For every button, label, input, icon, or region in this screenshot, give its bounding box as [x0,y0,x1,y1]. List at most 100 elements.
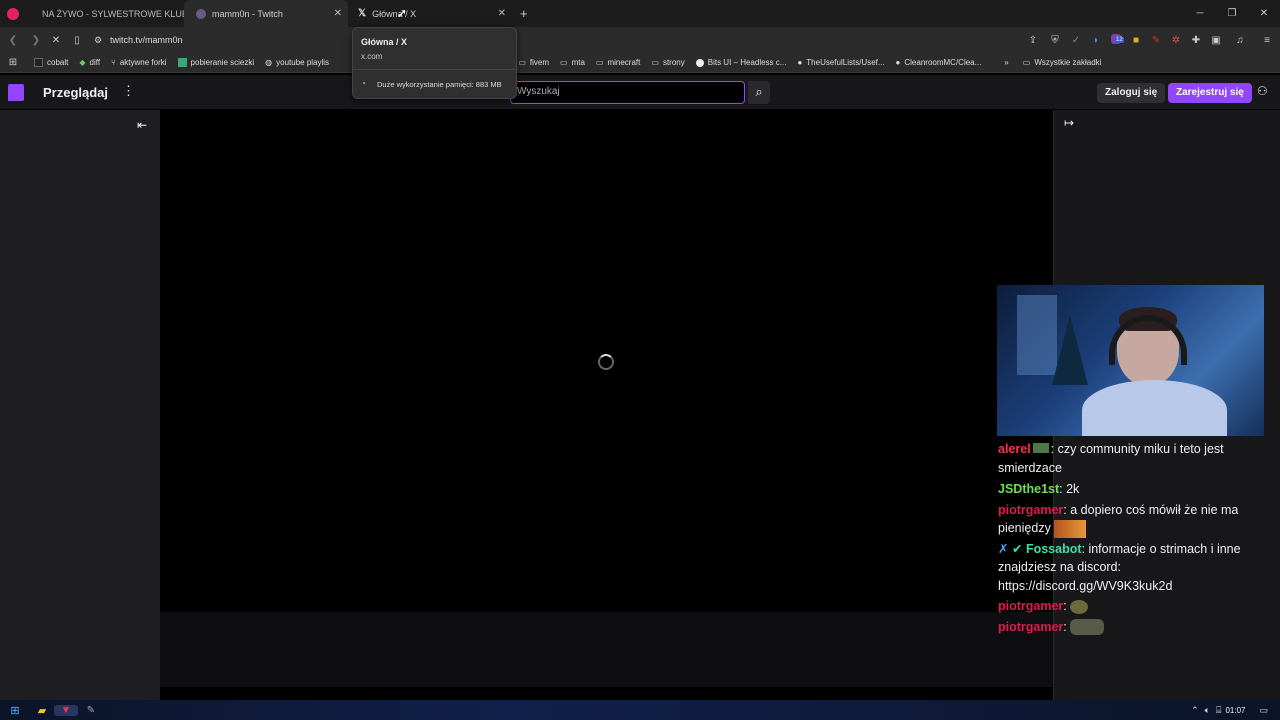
chat-overlay: alerel: czy community miku i teto jest s… [998,440,1280,638]
signup-button[interactable]: Zarejestruj się [1168,83,1252,103]
chat-message: piotrgamer: [998,618,1280,637]
browser-logo-icon[interactable] [0,0,26,27]
restore-icon[interactable]: ❐ [1216,8,1248,19]
hover-card-divider [353,69,518,70]
x-icon: 𝕏 [358,8,367,19]
login-button[interactable]: Zaloguj się [1097,83,1166,103]
apps-grid-icon[interactable]: ⊞ [0,57,26,68]
extensions-puzzle-icon[interactable]: ✚ [1186,35,1206,46]
tab-youtube[interactable]: NA ŻYWO - SYLWESTROWE KLUB [26,0,184,27]
chat-emote-icon [1070,619,1105,636]
tab-twitch[interactable]: mamm0n - Twitch ✕ [184,0,348,27]
share-icon[interactable]: ⇪ [1022,35,1044,46]
window-close-icon[interactable]: ✕ [1248,8,1280,19]
tab-title: mamm0n - Twitch [212,8,283,19]
bookmark-folder-fivem[interactable]: ▭ fivem [518,58,549,67]
extension-badge: 12 [1115,37,1124,43]
bookmark-bits-ui[interactable]: Bits UI – Headless c... [695,58,786,67]
memory-icon: ◔ [361,79,366,88]
minimize-icon[interactable]: ─ [1184,8,1216,19]
bookmarks-bar: ⊞ cobalt ◆ diff ⑂ aktywne forki pobieranie… [0,53,1280,73]
shield-icon[interactable]: ⛨ [1044,35,1066,46]
browse-link[interactable]: Przeglądaj [43,85,108,100]
chat-emote-icon [1070,599,1089,614]
folder-icon: ▭ [518,58,526,67]
circle-icon [695,58,704,67]
app-taskbar-icon[interactable]: ✎ [78,705,104,716]
file-explorer-icon[interactable]: ▰ [30,704,54,717]
browser-taskbar-icon[interactable]: ▼ [54,704,78,716]
tab-strip: NA ŻYWO - SYLWESTROWE KLUB mamm0n - Twit… [0,0,1280,27]
menu-icon[interactable]: ≡ [1254,35,1280,46]
bookmark-cleanroommc[interactable]: ● CleanroomMC/Clea... [896,58,982,67]
expand-chat-icon[interactable]: ↦ [1064,116,1074,130]
bookmark-usefullists[interactable]: ● TheUsefulLists/Usef... [797,58,884,67]
bookmark-folder-minecraft[interactable]: ▭ minecraft [596,58,640,67]
user-icon[interactable]: ⚇ [1257,84,1268,98]
chat-message: JSDthe1st: 2k [998,480,1280,499]
twitch-logo-icon[interactable] [8,84,24,101]
network-icon[interactable]: ⌸ [1216,705,1221,716]
diff-icon: ◆ [79,58,86,67]
navigation-bar: ❮ ❯ ✕ ▯ ⚙ twitch.tv/mamm0n ⇪ ⛨ ✓ ◗ 12 ■ … [0,27,1280,53]
tab-title: NA ŻYWO - SYLWESTROWE KLUB [42,8,184,19]
extension-yellow-icon[interactable]: ■ [1126,35,1146,46]
verified-badge-icon: ✔ [1011,541,1023,556]
forward-icon[interactable]: ❯ [26,35,46,46]
music-icon[interactable]: ♫ [1226,35,1254,46]
green-box-icon [177,58,187,67]
hover-card-title: Główna / X [361,37,408,47]
video-player[interactable] [160,110,1053,612]
bookmark-diff[interactable]: ◆ diff [79,58,100,67]
tab-x[interactable]: 𝕏 Główna / X ✕ [348,0,512,27]
search-input[interactable]: Wyszukaj [510,81,745,104]
bookmark-folder-mta[interactable]: ▭ mta [560,58,585,67]
chat-message: piotrgamer: [998,597,1280,616]
christmas-tree [1052,315,1088,385]
tab-title: Główna / X [372,8,417,19]
collapse-sidebar-icon[interactable]: ⇤ [137,118,147,132]
window-light [1017,295,1057,375]
windows-taskbar: ⊞ ▰ ▼ ✎ ⌃ 🔈︎ ⌸ 01:07 ▭ [0,700,1280,720]
chat-username: alerel [998,442,1031,456]
back-icon[interactable]: ❮ [0,35,26,46]
checkmark-extension-icon[interactable]: ✓ [1066,35,1086,46]
cobalt-icon [34,58,43,67]
site-info-icon[interactable]: ⚙ [88,35,108,46]
new-tab-button[interactable]: + [520,6,528,21]
extension-red-icon[interactable]: ✎ [1146,35,1166,46]
search-icon[interactable]: ⌕ [748,81,770,104]
extension-badge-icon[interactable]: 12 [1106,31,1126,49]
streamer-shirt [1082,380,1227,436]
bookmark-cobalt[interactable]: cobalt [34,58,68,67]
loading-spinner-icon [598,354,614,370]
bookmark-aktywne-forki[interactable]: ⑂ aktywne forki [111,58,167,67]
url-input[interactable]: twitch.tv/mamm0n [110,35,183,45]
chat-text: : [1063,599,1067,614]
folder-icon: ▭ [1022,58,1031,67]
tray-chevron-icon[interactable]: ⌃ [1191,705,1199,716]
clock[interactable]: 01:07 [1225,706,1245,715]
bookmark-folder-strony[interactable]: ▭ strony [651,58,684,67]
folder-icon: ▭ [560,58,568,67]
sidebar-toggle-icon[interactable]: ▣ [1206,35,1226,46]
notifications-icon[interactable]: ▭ [1259,705,1268,716]
webcam-overlay [997,285,1264,436]
volume-icon[interactable]: 🔈︎ [1205,705,1210,716]
close-icon[interactable]: ✕ [498,8,506,19]
windows-start-icon[interactable]: ⊞ [0,704,30,717]
more-icon[interactable]: ⋮ [122,83,135,99]
bookmark-youtube-playlis[interactable]: ◍ youtube playlis [265,58,329,67]
mouse-cursor-icon: ➚ [397,6,408,20]
globe-icon: ◍ [265,58,273,67]
more-bookmarks-icon[interactable]: » [1004,58,1008,67]
folder-icon: ▭ [651,58,659,67]
bookmark-pobieranie-sciezki[interactable]: pobieranie sciezki [177,58,254,67]
extension-gear-icon[interactable]: ✲ [1166,35,1186,46]
close-icon[interactable]: ✕ [334,8,342,19]
loading-stop-icon[interactable]: ✕ [46,35,66,46]
all-bookmarks-folder[interactable]: ▭ Wszystkie zakładki [1023,58,1102,67]
extension-icon[interactable]: ◗ [1086,35,1106,46]
page-bottom-strip [160,687,1053,700]
bookmark-icon[interactable]: ▯ [66,35,88,46]
